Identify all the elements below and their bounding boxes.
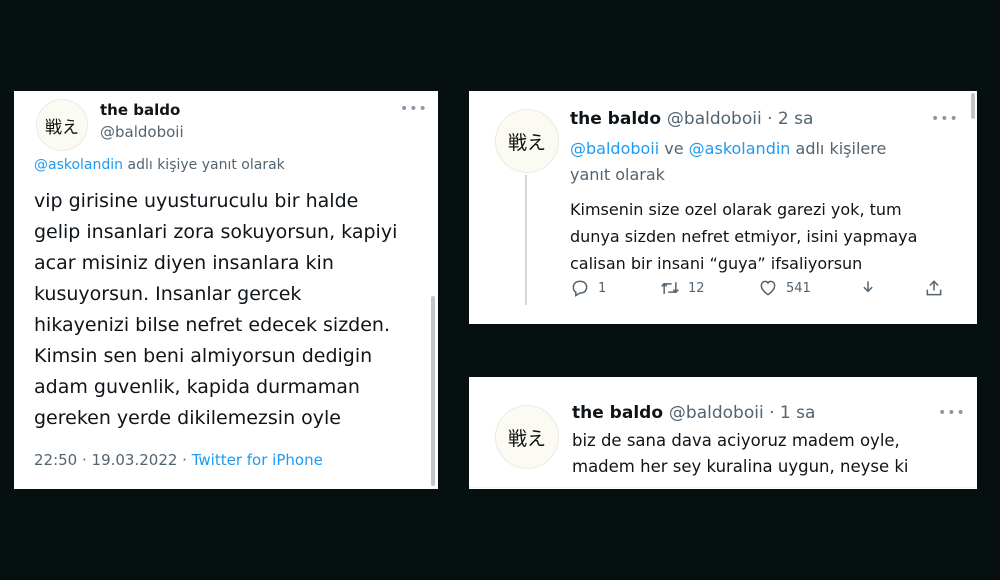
more-options-icon[interactable]: ••• (938, 405, 966, 421)
tweet-actions: 1 12 541 (570, 278, 960, 298)
share-icon[interactable] (924, 278, 944, 298)
reply-mention-2[interactable]: @askolandin (689, 139, 791, 158)
reply-count: 1 (598, 280, 607, 296)
avatar-text: 戦え (507, 131, 546, 154)
tweet-meta: 22:50 · 19.03.2022 · Twitter for iPhone (34, 451, 323, 469)
reply-mention-1[interactable]: @baldoboii (570, 139, 659, 158)
more-options-icon[interactable]: ••• (400, 101, 428, 117)
right-tweet-card-2[interactable]: 戦え the baldo @baldoboii · 1 sa ••• biz d… (469, 377, 977, 489)
timestamp[interactable]: 22:50 · 19.03.2022 · (34, 451, 192, 469)
retweet-count: 12 (688, 280, 705, 296)
right-tweet-card-1[interactable]: 戦え the baldo @baldoboii · 2 sa ••• @bald… (469, 91, 977, 324)
display-name-text: the baldo (570, 109, 661, 129)
user-handle[interactable]: @baldoboii (100, 123, 184, 141)
reply-and: ve (659, 139, 689, 158)
tweet-text: biz de sana dava aciyoruz madem oyle, ma… (572, 431, 909, 476)
reply-suffix: adlı kişiye yanıt olarak (127, 157, 285, 173)
download-action[interactable] (858, 278, 924, 298)
reply-context: @baldoboii ve @askolandin adlı kişilere … (570, 136, 960, 188)
display-name[interactable]: the baldo @baldoboii · 1 sa (572, 403, 815, 423)
like-action[interactable]: 541 (758, 278, 858, 298)
reply-action[interactable]: 1 (570, 278, 660, 298)
user-handle[interactable]: @baldoboii · 1 sa (669, 403, 815, 423)
tweet-text: vip girisine uyusturuculu bir halde geli… (34, 190, 398, 429)
avatar-text: 戦え (507, 427, 546, 450)
scrollbar[interactable] (431, 296, 435, 486)
user-handle[interactable]: @baldoboii · 2 sa (667, 109, 813, 129)
avatar-text: 戦え (45, 117, 79, 138)
reply-icon[interactable] (570, 278, 590, 298)
avatar[interactable]: 戦え (495, 109, 559, 173)
retweet-icon[interactable] (660, 278, 680, 298)
avatar[interactable]: 戦え (495, 405, 559, 469)
reply-context: @askolandin adlı kişiye yanıt olarak (34, 157, 285, 173)
like-count: 541 (786, 280, 811, 296)
display-name[interactable]: the baldo (100, 101, 180, 119)
divider (469, 487, 977, 488)
retweet-action[interactable]: 12 (660, 278, 758, 298)
tweet-text: Kimsenin size ozel olarak garezi yok, tu… (570, 200, 918, 273)
scrollbar[interactable] (971, 93, 975, 119)
heart-icon[interactable] (758, 278, 778, 298)
display-name-text: the baldo (572, 403, 663, 423)
thread-line (525, 175, 527, 305)
left-tweet-card[interactable]: 戦え the baldo @baldoboii ••• @askolandin … (14, 91, 438, 489)
share-action[interactable] (924, 278, 944, 298)
more-options-icon[interactable]: ••• (931, 111, 959, 127)
display-name[interactable]: the baldo @baldoboii · 2 sa (570, 109, 813, 129)
reply-mention[interactable]: @askolandin (34, 157, 123, 173)
download-icon[interactable] (858, 278, 878, 298)
tweet-source-link[interactable]: Twitter for iPhone (192, 451, 323, 469)
avatar[interactable]: 戦え (36, 99, 88, 151)
